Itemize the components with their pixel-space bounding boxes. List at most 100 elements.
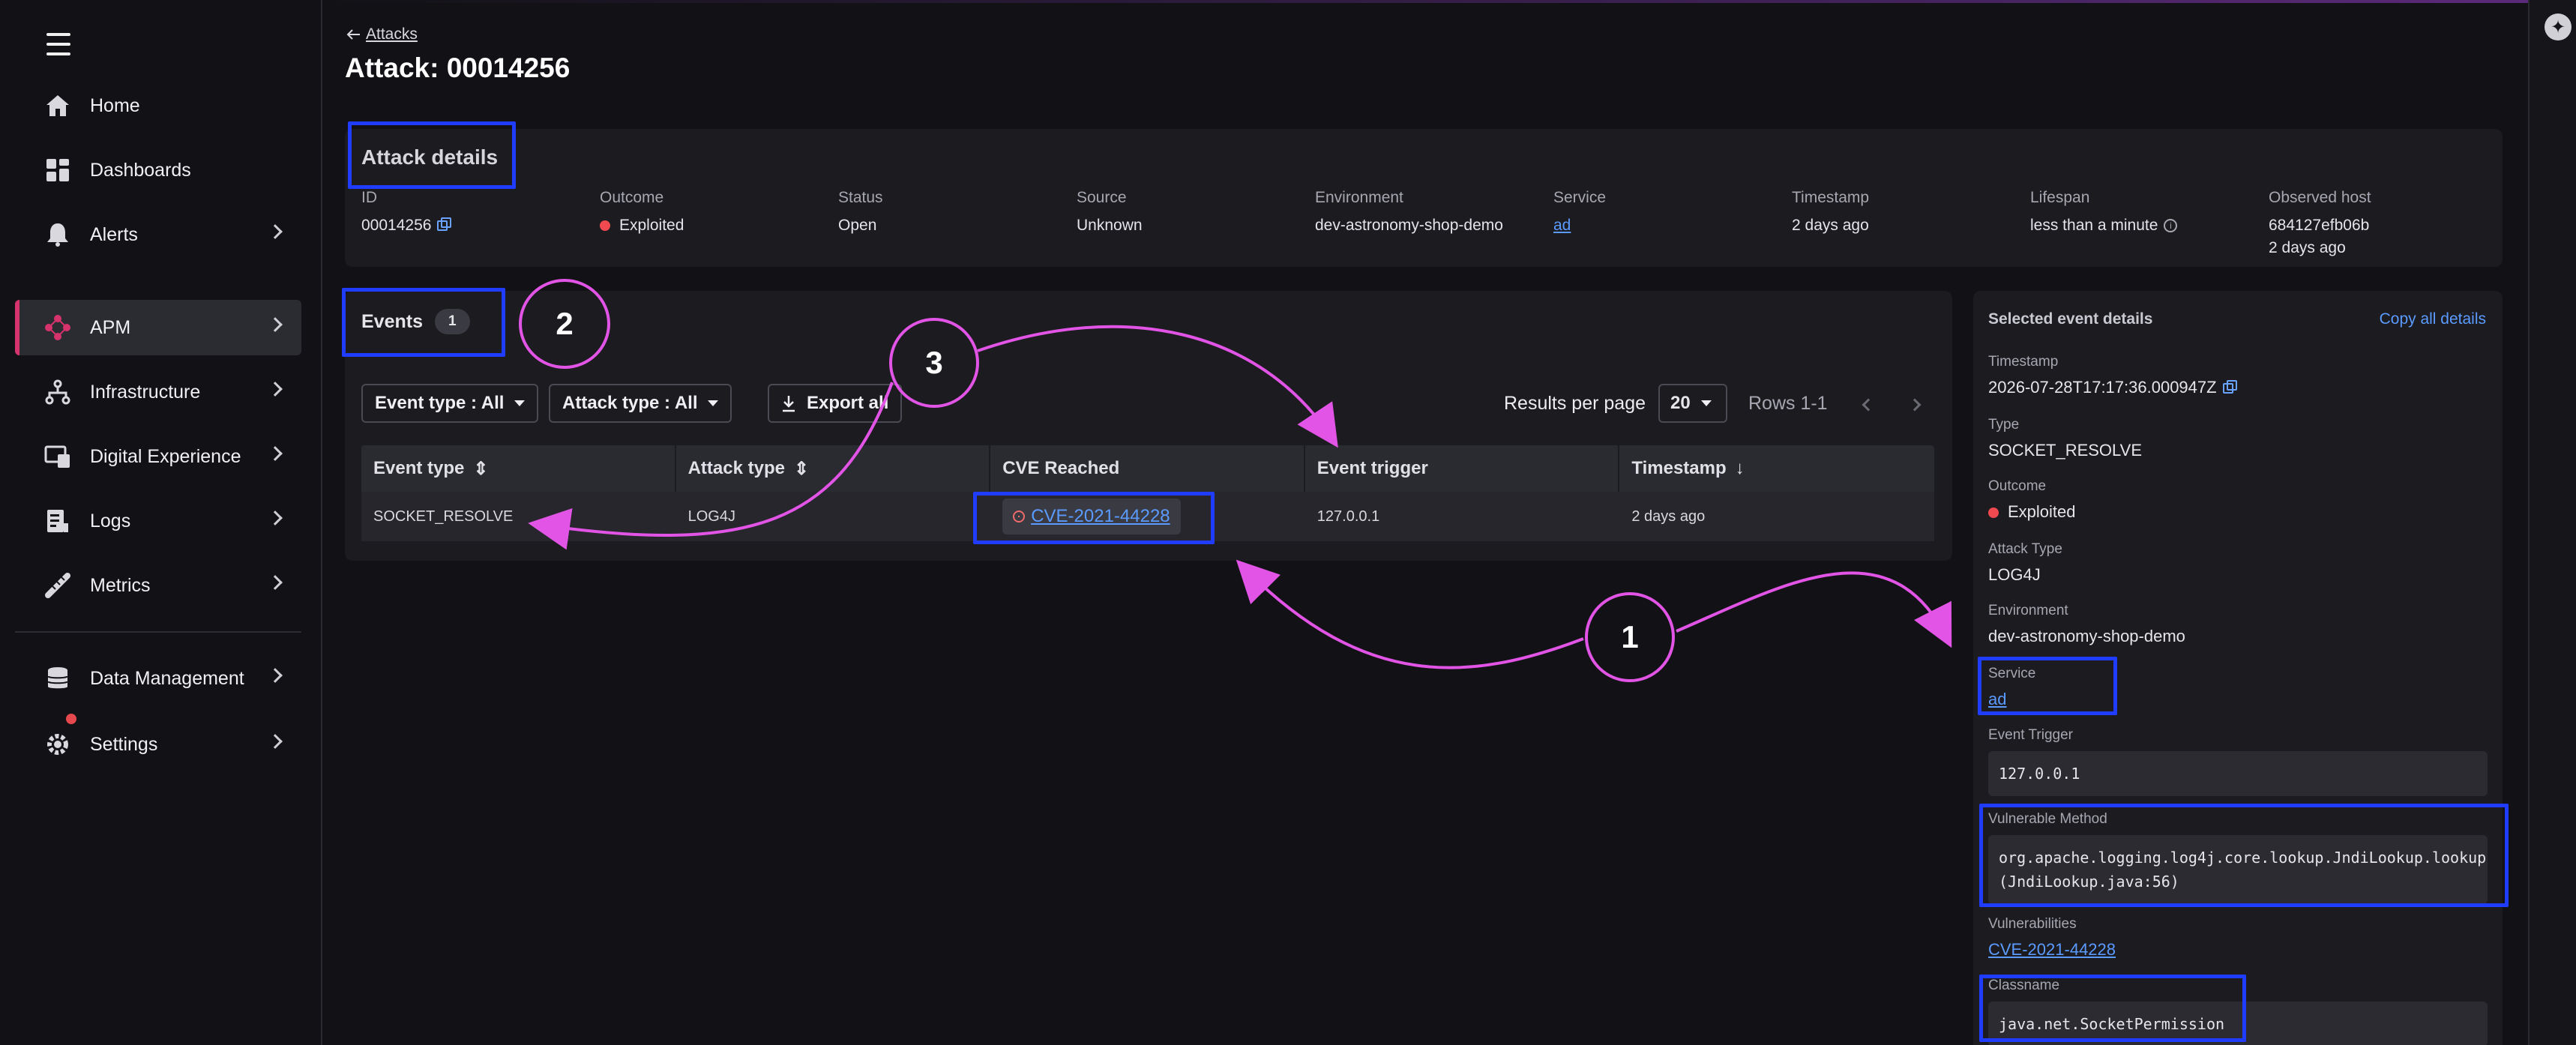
detail-value: 684127efb06b (2269, 217, 2370, 234)
detail-lifespan: Lifespan less than a minute i (2030, 189, 2255, 237)
chevron-right-icon (268, 668, 283, 683)
column-cve-reached[interactable]: CVE Reached (990, 445, 1305, 492)
sidebar-item-data-management[interactable]: Data Management (15, 651, 301, 706)
attack-type-filter[interactable]: Attack type : All (549, 384, 732, 423)
detail-value-secondary: 2 days ago (2269, 239, 2346, 256)
column-label: Event type (373, 458, 465, 478)
column-event-trigger[interactable]: Event trigger (1305, 445, 1620, 492)
sidebar-item-apm[interactable]: APM (15, 300, 301, 355)
export-all-button[interactable]: Export all (768, 384, 903, 423)
column-timestamp[interactable]: Timestamp ↓ (1619, 445, 1934, 492)
metrics-icon (43, 571, 72, 600)
sidebar-item-alerts[interactable]: Alerts (15, 207, 301, 262)
detail-status: Status Open (838, 189, 1063, 237)
next-page-icon[interactable] (1908, 398, 1922, 412)
menu-icon[interactable] (46, 33, 70, 58)
field-value: SOCKET_RESOLVE (1988, 441, 2142, 460)
results-per-page-label: Results per page (1504, 393, 1646, 414)
assistant-icon[interactable]: ✦ (2545, 13, 2572, 40)
column-label: Event trigger (1316, 458, 1428, 478)
back-link-label[interactable]: Attacks (366, 25, 418, 43)
sidebar-item-label: Digital Experience (90, 445, 241, 467)
event-type-filter[interactable]: Event type : All (361, 384, 539, 423)
infrastructure-icon (43, 378, 72, 406)
back-link[interactable]: Attacks (346, 25, 418, 43)
annotation-box (348, 121, 516, 189)
caret-down-icon (1700, 400, 1712, 406)
cell-event-type: SOCKET_RESOLVE (373, 508, 514, 525)
sidebar-item-label: Alerts (90, 223, 138, 245)
field-value: dev-astronomy-shop-demo (1988, 627, 2185, 645)
annotation-number: 3 (889, 318, 979, 408)
detail-outcome: Outcome Exploited (600, 189, 825, 237)
selected-event-title: Selected event details (1988, 310, 2153, 328)
sidebar-item-infrastructure[interactable]: Infrastructure (15, 364, 301, 420)
copy-all-details-link[interactable]: Copy all details (2380, 310, 2486, 328)
detail-observed-host: Observed host 684127efb06b 2 days ago (2269, 189, 2494, 259)
field-value: Exploited (2008, 502, 2076, 521)
sidebar-item-label: Data Management (90, 667, 244, 689)
download-icon (783, 396, 795, 412)
caret-down-icon (514, 400, 526, 406)
detail-source: Source Unknown (1077, 189, 1301, 237)
vulnerability-link[interactable]: CVE-2021-44228 (1988, 940, 2488, 960)
sidebar-item-logs[interactable]: Logs (15, 493, 301, 549)
chevron-right-icon (268, 734, 283, 749)
detail-value: Unknown (1077, 217, 1143, 234)
chevron-right-icon (268, 446, 283, 461)
sidebar: Home Dashboards Alerts APM Infrastructur… (0, 0, 322, 1045)
column-attack-type[interactable]: Attack type ⇕ (676, 445, 991, 492)
chevron-right-icon (268, 382, 283, 397)
annotation-box (342, 288, 505, 357)
attack-type-filter-label: Attack type : All (562, 393, 698, 413)
column-label: Attack type (687, 458, 785, 478)
detail-label: Source (1077, 189, 1127, 206)
field-label: Attack Type (1988, 541, 2062, 557)
digital-experience-icon (43, 442, 72, 471)
chevron-right-icon (268, 317, 283, 332)
sidebar-item-label: Dashboards (90, 159, 191, 181)
prev-page-icon[interactable] (1862, 398, 1875, 412)
service-link[interactable]: ad (1553, 214, 1778, 237)
column-event-type[interactable]: Event type ⇕ (361, 445, 676, 492)
cell-attack-type: LOG4J (687, 508, 735, 525)
results-per-page-select[interactable]: 20 (1658, 384, 1727, 423)
chevron-right-icon (268, 511, 283, 525)
sidebar-item-home[interactable]: Home (15, 78, 301, 133)
detail-label: Observed host (2269, 189, 2371, 206)
detail-value: dev-astronomy-shop-demo (1315, 217, 1503, 234)
event-attack-type-field: Attack Type LOG4J (1988, 541, 2488, 585)
copy-icon[interactable] (2222, 380, 2237, 394)
detail-value: less than a minute (2030, 217, 2158, 234)
sidebar-item-settings[interactable]: Settings (15, 714, 301, 772)
detail-id: ID 00014256 (361, 189, 586, 237)
detail-label: Environment (1315, 189, 1403, 206)
database-icon (43, 664, 72, 693)
detail-label: Lifespan (2030, 189, 2090, 206)
table-header: Event type ⇕ Attack type ⇕ CVE Reached Eve… (361, 445, 1934, 492)
annotation-box (973, 492, 1215, 544)
detail-label: Timestamp (1792, 189, 1870, 206)
sidebar-item-digital-experience[interactable]: Digital Experience (15, 429, 301, 484)
attack-details-card: Attack details ID 00014256 Outcome Explo… (345, 129, 2503, 267)
apm-icon (43, 313, 72, 342)
detail-label: Status (838, 189, 883, 206)
detail-timestamp: Timestamp 2 days ago (1792, 189, 2017, 237)
sidebar-item-metrics[interactable]: Metrics (15, 558, 301, 613)
export-all-label: Export all (807, 393, 889, 413)
sidebar-item-label: Logs (90, 510, 131, 531)
gear-icon (43, 730, 72, 759)
field-label: Environment (1988, 603, 2068, 618)
detail-label: Outcome (600, 189, 664, 206)
sidebar-item-dashboards[interactable]: Dashboards (15, 142, 301, 198)
field-label: Outcome (1988, 478, 2047, 494)
page-title: Attack: 00014256 (345, 52, 571, 83)
info-icon[interactable]: i (2164, 219, 2178, 233)
event-trigger-field: Event Trigger 127.0.0.1 (1988, 727, 2488, 796)
annotation-number: 2 (519, 279, 610, 369)
arrow-left-icon (346, 29, 360, 40)
copy-icon[interactable] (437, 217, 452, 232)
event-outcome-field: Outcome Exploited (1988, 478, 2488, 522)
detail-environment: Environment dev-astronomy-shop-demo (1315, 189, 1540, 237)
annotation-box (1979, 975, 2246, 1042)
